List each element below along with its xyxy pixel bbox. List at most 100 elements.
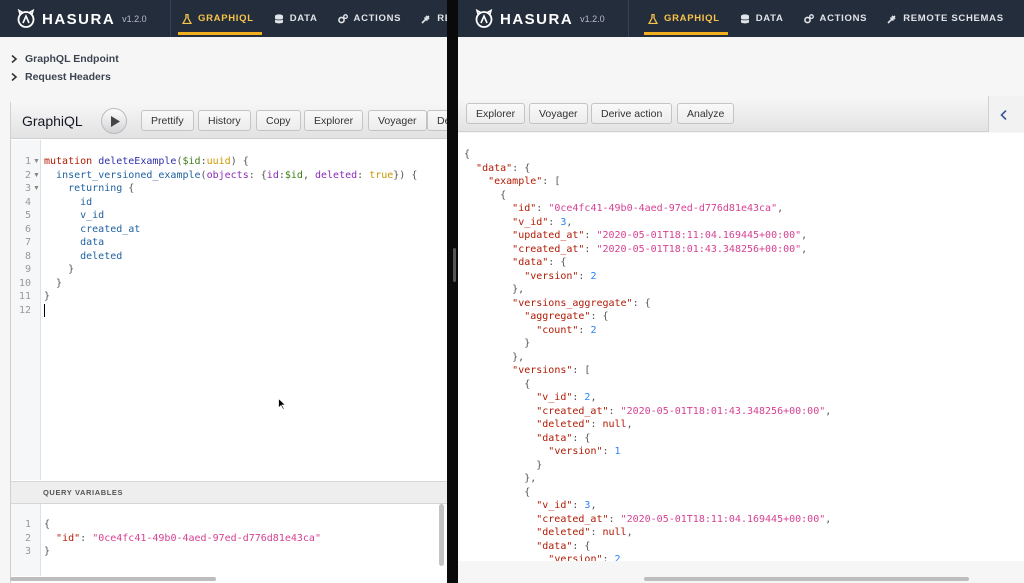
nav-item-re[interactable]: RE: [411, 0, 447, 37]
nav-item-graphiql[interactable]: GRAPHIQL: [638, 0, 730, 37]
nav-item-actions[interactable]: ACTIONS: [794, 0, 878, 37]
voyager-button[interactable]: Voyager: [368, 110, 427, 131]
variables-scrollbar[interactable]: [439, 504, 444, 566]
nav-item-graphiql[interactable]: GRAPHIQL: [172, 0, 264, 37]
query-line: insert_versioned_example(objects: {id:$i…: [44, 169, 417, 183]
docs-toggle-button[interactable]: [988, 96, 1024, 132]
code-token: },: [464, 284, 525, 295]
code-token: "version": [524, 270, 579, 282]
code-token: deleteExample: [98, 156, 177, 167]
nav-item-label: ACTIONS: [819, 13, 868, 24]
code-token: :: [572, 392, 585, 403]
code-token: "2020-05-01T18:11:04.169445+00:00": [620, 513, 826, 525]
left-navbar: HASURA v1.2.0 GRAPHIQL DATA ACTIONS RE: [0, 0, 447, 37]
explorer-button[interactable]: Explorer: [304, 110, 364, 131]
line-number: 7: [24, 237, 31, 248]
query-line: mutation deleteExample($id:uuid) {: [44, 155, 249, 169]
result-line: "v_id": 2,: [464, 391, 596, 405]
nav-item-data[interactable]: DATA: [730, 0, 794, 37]
copy-button[interactable]: Copy: [256, 110, 301, 131]
code-token: : {: [248, 169, 267, 181]
analyze-button[interactable]: Analyze: [677, 103, 735, 124]
code-token: "v_id": [536, 392, 573, 403]
query-variables-header[interactable]: QUERY VARIABLES: [11, 481, 447, 504]
divider-handle[interactable]: [453, 248, 456, 282]
variables-line: }: [44, 545, 50, 559]
code-token: : {: [548, 257, 567, 268]
code-token: data: [80, 237, 105, 248]
fold-arrow-icon[interactable]: ▼: [33, 182, 40, 196]
code-token: "data": [476, 162, 513, 174]
code-token: uuid: [206, 156, 231, 167]
code-token: {: [464, 378, 531, 390]
nav-item-data[interactable]: DATA: [264, 0, 328, 37]
result-line: "v_id": 3,: [464, 216, 572, 230]
nav-item-cloud[interactable]: [1014, 0, 1024, 37]
execute-query-button[interactable]: [101, 108, 127, 134]
result-line: "version": 1: [464, 445, 620, 459]
right-nav-items: GRAPHIQL DATA ACTIONS REMOTE SCHEMAS: [638, 0, 1024, 37]
code-token: insert_versioned_example: [56, 169, 201, 181]
result-line: "data": {: [464, 432, 590, 446]
code-token: },: [464, 351, 525, 363]
query-variables-editor[interactable]: 1 {2 "id": "0ce4fc41-49b0-4aed-97ed-d776d…: [11, 504, 447, 576]
code-token: :: [602, 554, 615, 561]
nav-item-remote-schemas[interactable]: REMOTE SCHEMAS: [877, 0, 1014, 37]
derive-button[interactable]: De: [427, 110, 447, 131]
code-token: $id: [284, 169, 303, 181]
chevron-right-icon: [11, 73, 18, 81]
nav-item-actions[interactable]: ACTIONS: [328, 0, 412, 37]
hasura-logo-icon: [475, 9, 493, 28]
code-token: }: [44, 277, 63, 289]
left-horizontal-scrollbar[interactable]: [10, 577, 216, 581]
prettify-button[interactable]: Prettify: [141, 110, 194, 131]
fold-arrow-icon[interactable]: ▼: [33, 155, 40, 169]
query-line: }: [44, 290, 50, 304]
code-token: : {: [590, 311, 609, 322]
result-line: "created_at": "2020-05-01T18:11:04.16944…: [464, 513, 831, 527]
code-token: :: [590, 527, 603, 538]
variables-line: "id": "0ce4fc41-49b0-4aed-97ed-d776d81e4…: [44, 532, 321, 546]
code-token: "count": [536, 324, 579, 336]
code-token: "id": [512, 203, 537, 214]
query-line: deleted: [44, 250, 122, 264]
brand[interactable]: HASURA v1.2.0: [474, 8, 605, 30]
result-line: "deleted": null,: [464, 526, 632, 540]
query-editor[interactable]: 1 ▼ mutation deleteExample($id:uuid) {2 ▼ i…: [11, 140, 447, 480]
code-token: {: [464, 149, 471, 160]
line-number: 1: [24, 156, 31, 167]
code-token: 2: [590, 270, 597, 282]
graphql-endpoint-toggle[interactable]: GraphQL Endpoint: [10, 51, 119, 67]
code-token: "created_at": [536, 513, 609, 525]
code-token: : [: [572, 365, 591, 376]
code-token: ,: [302, 169, 315, 181]
brand-version: v1.2.0: [122, 14, 147, 24]
voyager-button[interactable]: Voyager: [529, 103, 588, 124]
explorer-button[interactable]: Explorer: [466, 103, 526, 124]
right-horizontal-scrollbar[interactable]: [644, 577, 969, 581]
brand-name: HASURA: [42, 10, 116, 28]
code-token: "created_at": [536, 405, 609, 417]
history-button[interactable]: History: [198, 110, 251, 131]
brand-version: v1.2.0: [580, 14, 605, 24]
code-token: :: [578, 324, 591, 336]
fold-arrow-icon[interactable]: ▼: [33, 169, 40, 183]
variables-line: {: [44, 518, 50, 532]
derive-action-button[interactable]: Derive action: [591, 103, 673, 124]
request-headers-toggle[interactable]: Request Headers: [10, 69, 111, 85]
right-graphiql-pane: HASURA v1.2.0 GRAPHIQL DATA ACTIONS REMOTE …: [458, 0, 1024, 583]
result-viewer[interactable]: { "data": { "example": [ { "id": "0ce4fc…: [458, 133, 1024, 561]
brand[interactable]: HASURA v1.2.0: [16, 8, 147, 30]
code-token: {: [122, 183, 135, 194]
code-token: "version": [548, 446, 603, 457]
query-line: data: [44, 236, 104, 250]
code-token: created_at: [80, 223, 141, 235]
